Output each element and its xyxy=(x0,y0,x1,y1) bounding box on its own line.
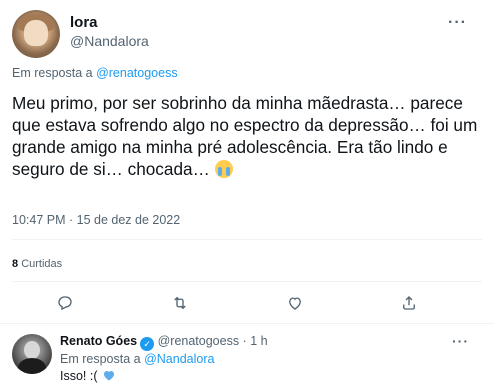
reply-author-handle[interactable]: @renatogoess · 1 h xyxy=(158,334,268,348)
tweet-text: Meu primo, por ser sobrinho da minha mãe… xyxy=(12,93,478,179)
divider xyxy=(12,239,482,240)
reply-more-options-icon[interactable]: ··· xyxy=(452,333,469,349)
tweet-body: Meu primo, por ser sobrinho da minha mãe… xyxy=(12,92,482,180)
retweet-icon[interactable] xyxy=(167,290,193,316)
loudly-crying-face-icon xyxy=(214,160,233,178)
reply-mention-link[interactable]: @Nandalora xyxy=(144,352,214,366)
divider xyxy=(12,281,482,282)
reply-replying-to: Em resposta a @Nandalora xyxy=(60,352,214,366)
author-avatar[interactable] xyxy=(12,10,60,58)
count-label: Curtidas xyxy=(21,258,63,270)
action-bar xyxy=(0,290,494,316)
divider xyxy=(0,323,494,324)
share-icon[interactable] xyxy=(396,290,422,316)
reply-author-name[interactable]: Renato Góes xyxy=(60,334,137,348)
verified-badge-icon: ✓ xyxy=(140,337,155,351)
blue-heart-icon xyxy=(104,371,114,381)
like-icon[interactable] xyxy=(282,290,308,316)
tweet-timestamp[interactable]: 10:47 PM · 15 de dez de 2022 xyxy=(12,213,180,227)
more-options-icon[interactable]: ··· xyxy=(448,14,467,32)
replying-to: Em resposta a @renatogoess xyxy=(12,66,178,80)
reply-author-avatar[interactable] xyxy=(12,334,52,374)
reply-body: Isso! :( xyxy=(60,369,115,383)
reply-icon[interactable] xyxy=(52,290,78,316)
reply-text: Isso! :( xyxy=(60,369,98,383)
reply-author-row: Renato Góes ✓ @renatogoess · 1 h xyxy=(60,334,268,351)
reply-reply-prefix: Em resposta a xyxy=(60,352,141,366)
reply-mention-link[interactable]: @renatogoess xyxy=(96,66,178,80)
author-name[interactable]: lora xyxy=(70,14,98,31)
author-handle[interactable]: @Nandalora xyxy=(70,33,149,49)
count-value: 8 xyxy=(12,258,19,270)
reply-prefix: Em resposta a xyxy=(12,66,93,80)
engagement-count[interactable]: 8 Curtidas xyxy=(12,258,62,270)
